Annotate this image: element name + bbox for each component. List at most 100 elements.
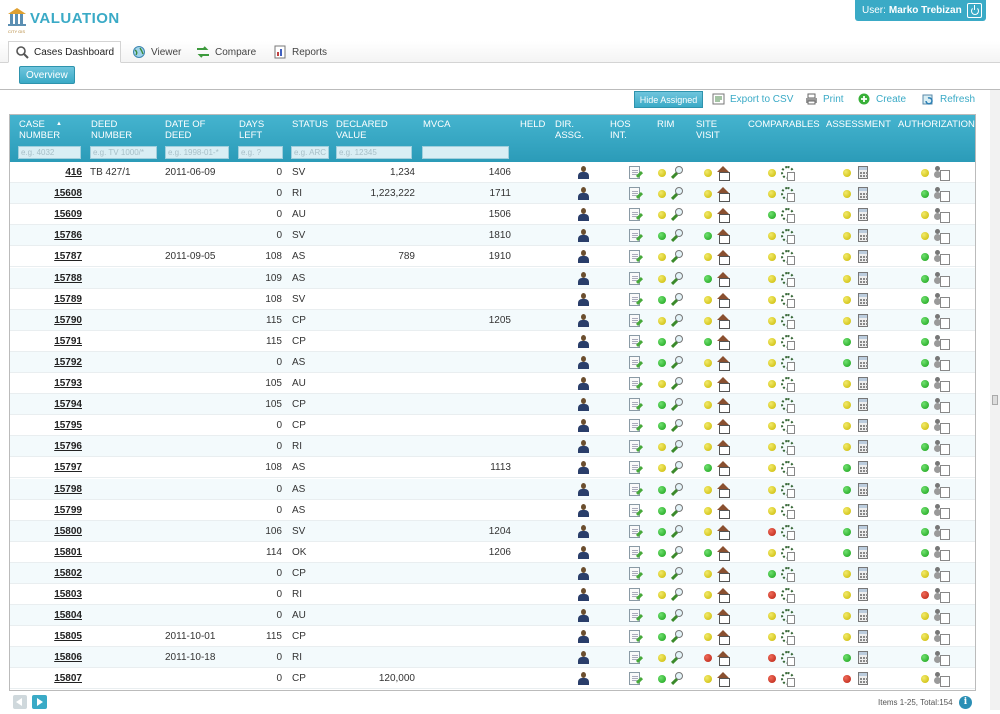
- case-number-link[interactable]: 15804: [18, 605, 82, 626]
- edit-document-icon[interactable]: [629, 355, 640, 369]
- house-icon[interactable]: [717, 271, 730, 287]
- authorization-person-icon[interactable]: [935, 461, 950, 477]
- table-row[interactable]: 15804 0 AU: [10, 605, 975, 627]
- magnifier-icon[interactable]: [670, 398, 683, 411]
- edit-document-icon[interactable]: [629, 503, 640, 517]
- calculator-icon[interactable]: [858, 419, 868, 433]
- magnifier-icon[interactable]: [670, 292, 683, 306]
- authorization-person-icon[interactable]: [935, 440, 950, 456]
- magnifier-icon[interactable]: [670, 651, 683, 664]
- case-number-link[interactable]: 15795: [18, 415, 82, 436]
- col-comparables[interactable]: COMPARABLES: [748, 119, 820, 130]
- calculator-icon[interactable]: [858, 524, 868, 538]
- col-deed-number[interactable]: DEED NUMBER: [91, 119, 151, 141]
- magnifier-icon[interactable]: [670, 672, 683, 685]
- assign-person-icon[interactable]: [577, 187, 590, 201]
- col-days-left[interactable]: DAYS LEFT: [239, 119, 279, 141]
- assign-person-icon[interactable]: [577, 398, 590, 412]
- info-icon[interactable]: i: [959, 696, 972, 709]
- magnifier-icon[interactable]: [670, 630, 683, 643]
- vertical-scrollbar[interactable]: [990, 90, 1000, 710]
- case-number-link[interactable]: 416: [18, 162, 82, 183]
- case-number-link[interactable]: 15805: [18, 626, 82, 647]
- comparables-gear-icon[interactable]: [781, 355, 795, 371]
- authorization-person-icon[interactable]: [935, 545, 950, 561]
- table-row[interactable]: 15805 2011-10-01 115 CP: [10, 626, 975, 648]
- authorization-person-icon[interactable]: [935, 398, 950, 414]
- table-row[interactable]: 15791 115 CP: [10, 331, 975, 352]
- edit-document-icon[interactable]: [629, 609, 640, 623]
- case-number-link[interactable]: 15791: [18, 331, 82, 352]
- comparables-gear-icon[interactable]: [781, 588, 795, 603]
- col-status[interactable]: STATUS: [292, 119, 328, 130]
- house-icon[interactable]: [717, 166, 730, 181]
- edit-document-icon[interactable]: [629, 292, 640, 306]
- assign-person-icon[interactable]: [577, 355, 590, 369]
- magnifier-icon[interactable]: [670, 187, 683, 200]
- house-icon[interactable]: [717, 419, 730, 435]
- magnifier-icon[interactable]: [670, 208, 683, 221]
- authorization-person-icon[interactable]: [935, 271, 950, 287]
- logout-button[interactable]: [967, 3, 982, 18]
- magnifier-icon[interactable]: [670, 524, 683, 538]
- filter-days-left[interactable]: e.g. ?: [238, 146, 283, 159]
- overview-button[interactable]: Overview: [19, 66, 75, 84]
- authorization-person-icon[interactable]: [935, 524, 950, 540]
- edit-document-icon[interactable]: [629, 208, 640, 222]
- calculator-icon[interactable]: [858, 334, 868, 348]
- authorization-person-icon[interactable]: [935, 229, 950, 245]
- table-row[interactable]: 15801 114 OK 1206: [10, 542, 975, 563]
- filter-deed-number[interactable]: e.g. TV 1000/*: [90, 146, 157, 159]
- case-number-link[interactable]: 15806: [18, 647, 82, 668]
- magnifier-icon[interactable]: [670, 588, 683, 601]
- comparables-gear-icon[interactable]: [781, 334, 795, 350]
- magnifier-icon[interactable]: [670, 355, 683, 369]
- calculator-icon[interactable]: [858, 250, 868, 264]
- magnifier-icon[interactable]: [670, 419, 683, 432]
- calculator-icon[interactable]: [858, 398, 868, 412]
- calculator-icon[interactable]: [858, 461, 868, 475]
- col-date-of-deed[interactable]: DATE OF DEED: [165, 119, 225, 141]
- calculator-icon[interactable]: [858, 672, 868, 686]
- case-number-link[interactable]: 15801: [18, 542, 82, 563]
- edit-document-icon[interactable]: [629, 672, 640, 686]
- table-row[interactable]: 15797 108 AS 1113: [10, 457, 975, 479]
- comparables-gear-icon[interactable]: [781, 292, 795, 308]
- authorization-person-icon[interactable]: [935, 334, 950, 350]
- table-row[interactable]: 15793 105 AU: [10, 373, 975, 394]
- case-number-link[interactable]: 15796: [18, 436, 82, 457]
- house-icon[interactable]: [717, 588, 730, 603]
- authorization-person-icon[interactable]: [935, 250, 950, 266]
- comparables-gear-icon[interactable]: [781, 398, 795, 414]
- filter-declared-value[interactable]: e.g. 12345: [336, 146, 412, 159]
- edit-document-icon[interactable]: [629, 566, 640, 580]
- authorization-person-icon[interactable]: [935, 651, 950, 667]
- calculator-icon[interactable]: [858, 482, 868, 496]
- calculator-icon[interactable]: [858, 271, 868, 285]
- magnifier-icon[interactable]: [670, 566, 683, 580]
- assign-person-icon[interactable]: [577, 503, 590, 517]
- assign-person-icon[interactable]: [577, 566, 590, 580]
- table-row[interactable]: 15792 0 AS: [10, 351, 975, 373]
- comparables-gear-icon[interactable]: [781, 609, 795, 625]
- magnifier-icon[interactable]: [670, 440, 683, 453]
- comparables-gear-icon[interactable]: [781, 503, 795, 519]
- edit-document-icon[interactable]: [629, 166, 640, 179]
- table-row[interactable]: 15798 0 AS: [10, 478, 975, 500]
- assign-person-icon[interactable]: [577, 672, 590, 686]
- comparables-gear-icon[interactable]: [781, 524, 795, 540]
- case-number-link[interactable]: 15807: [18, 668, 82, 689]
- col-held[interactable]: HELD: [520, 119, 545, 130]
- authorization-person-icon[interactable]: [935, 503, 950, 519]
- table-row[interactable]: 15803 0 RI: [10, 584, 975, 605]
- house-icon[interactable]: [717, 545, 730, 561]
- house-icon[interactable]: [717, 229, 730, 245]
- house-icon[interactable]: [717, 355, 730, 371]
- table-row[interactable]: 15807 0 CP 120,000: [10, 668, 975, 690]
- case-number-link[interactable]: 15608: [18, 183, 82, 204]
- authorization-person-icon[interactable]: [935, 588, 950, 603]
- house-icon[interactable]: [717, 524, 730, 540]
- table-row[interactable]: 15787 2011-09-05 108 AS 789 1910: [10, 246, 975, 268]
- table-row[interactable]: 15790 115 CP 1205: [10, 309, 975, 331]
- house-icon[interactable]: [717, 398, 730, 414]
